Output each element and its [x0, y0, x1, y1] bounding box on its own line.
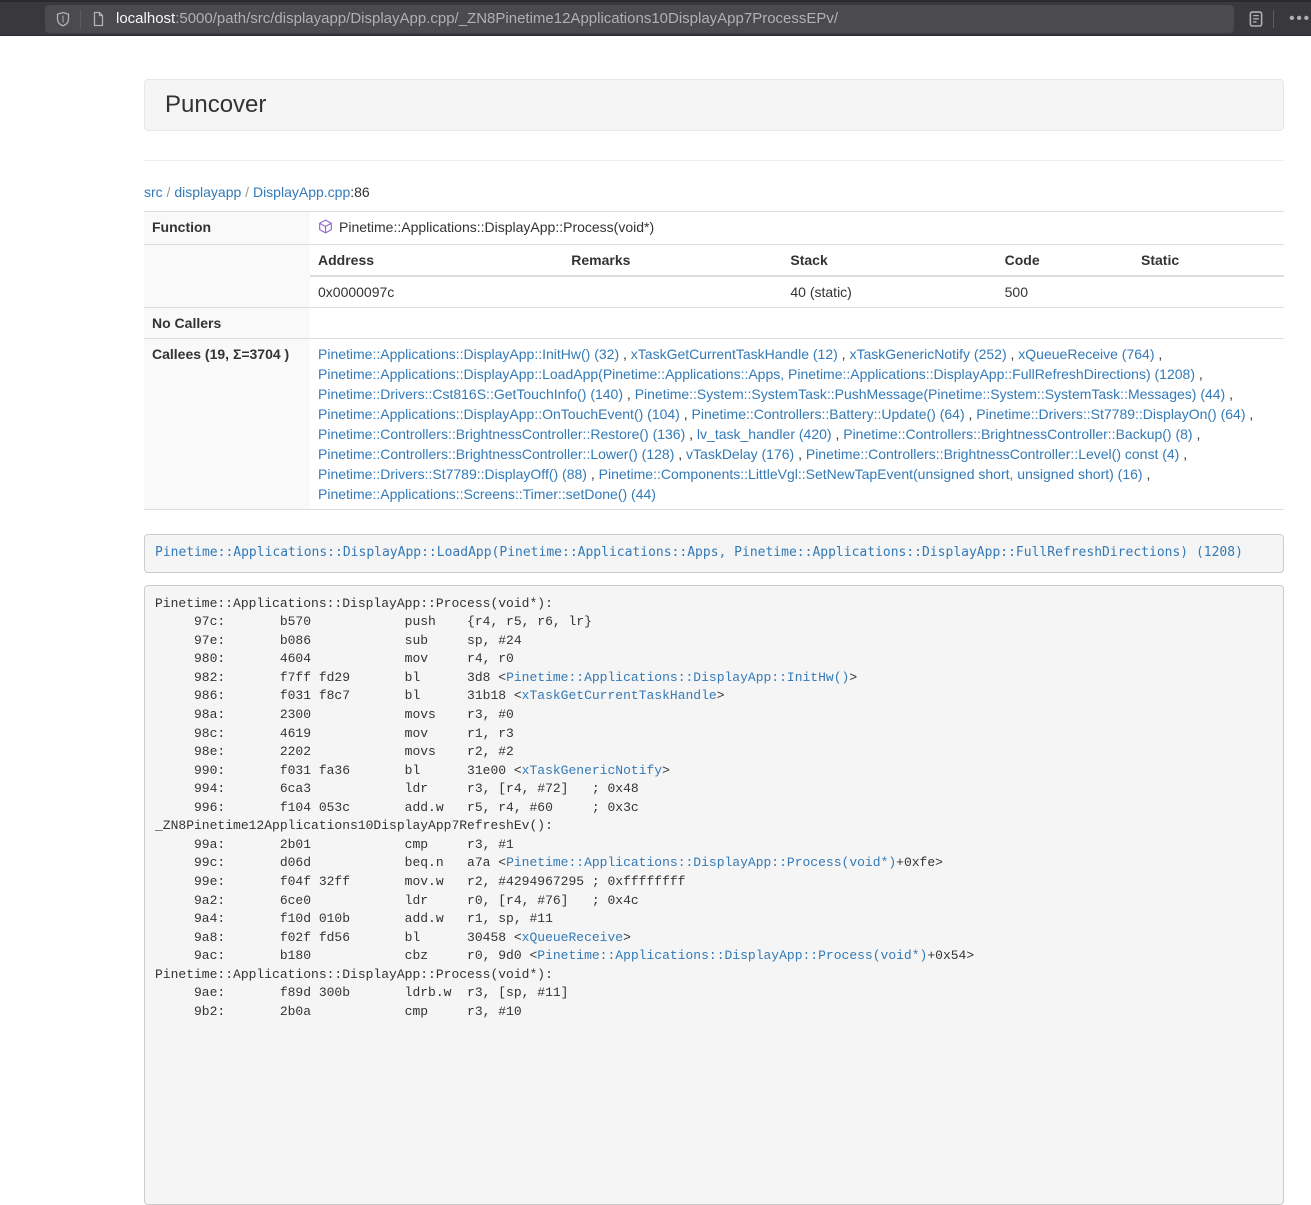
table-row-details: Address Remarks Stack Code Static 0x0000…: [144, 245, 1284, 308]
callee-link[interactable]: xQueueReceive (764): [1018, 346, 1154, 362]
callee-link[interactable]: Pinetime::Components::LittleVgl::SetNewT…: [599, 466, 1143, 482]
cube-icon: [318, 219, 333, 239]
empty-row-label: [144, 245, 310, 308]
function-table: Function Pinetime::Applications::Display…: [144, 211, 1284, 510]
callee-link[interactable]: Pinetime::Applications::DisplayApp::Load…: [318, 366, 1195, 382]
address-bar[interactable]: localhost:5000/path/src/displayapp/Displ…: [45, 5, 1234, 33]
disasm-symbol-link[interactable]: Pinetime::Applications::DisplayApp::Init…: [506, 670, 849, 685]
line-number: :86: [350, 184, 369, 200]
callees-label: Callees (19, Σ=3704 ): [144, 339, 310, 510]
divider: [1273, 10, 1274, 28]
column-header-code: Code: [997, 245, 1133, 276]
callee-link[interactable]: Pinetime::Drivers::St7789::DisplayOff() …: [318, 466, 587, 482]
function-row-label: Function: [144, 212, 310, 245]
table-row-no-callers: No Callers: [144, 308, 1284, 339]
disasm-symbol-link[interactable]: Pinetime::Applications::DisplayApp::Proc…: [506, 855, 896, 870]
address-value: 0x0000097c: [310, 276, 563, 307]
callee-link[interactable]: Pinetime::Controllers::BrightnessControl…: [318, 426, 685, 442]
disasm-symbol-link[interactable]: xTaskGetCurrentTaskHandle: [522, 688, 717, 703]
table-row-callees: Callees (19, Σ=3704 ) Pinetime::Applicat…: [144, 339, 1284, 510]
app-header: Puncover: [144, 79, 1284, 131]
divider: [144, 160, 1284, 161]
snippet-block: Pinetime::Applications::DisplayApp::Load…: [144, 534, 1284, 573]
table-row-function: Function Pinetime::Applications::Display…: [144, 212, 1284, 245]
page-icon[interactable]: [88, 9, 108, 29]
divider: [80, 10, 81, 28]
static-value: [1133, 276, 1284, 307]
callee-link[interactable]: xTaskGetCurrentTaskHandle (12): [631, 346, 838, 362]
url-path: :5000/path/src/displayapp/DisplayApp.cpp…: [175, 10, 838, 27]
breadcrumb-link-displayapp[interactable]: displayapp: [174, 184, 241, 200]
reader-mode-icon[interactable]: [1246, 9, 1266, 29]
browser-bar: localhost:5000/path/src/displayapp/Displ…: [0, 0, 1311, 36]
column-header-static: Static: [1133, 245, 1284, 276]
more-icon[interactable]: •••: [1289, 10, 1311, 27]
breadcrumb-link-DisplayApp.cpp[interactable]: DisplayApp.cpp: [253, 184, 350, 200]
shield-icon[interactable]: [53, 9, 73, 29]
url-text: localhost:5000/path/src/displayapp/Displ…: [116, 10, 838, 27]
callee-link[interactable]: Pinetime::Controllers::BrightnessControl…: [843, 426, 1192, 442]
callee-link[interactable]: Pinetime::Controllers::Battery::Update()…: [692, 406, 965, 422]
callee-link[interactable]: Pinetime::Applications::DisplayApp::Init…: [318, 346, 619, 362]
callee-link[interactable]: lv_task_handler (420): [697, 426, 832, 442]
callee-link[interactable]: Pinetime::Applications::DisplayApp::OnTo…: [318, 406, 680, 422]
callee-link[interactable]: Pinetime::Drivers::St7789::DisplayOn() (…: [976, 406, 1245, 422]
details-table: Address Remarks Stack Code Static 0x0000…: [310, 245, 1284, 307]
code-value: 500: [997, 276, 1133, 307]
breadcrumb-separator: /: [163, 184, 175, 200]
function-name-cell: Pinetime::Applications::DisplayApp::Proc…: [310, 212, 1284, 245]
column-header-stack: Stack: [782, 245, 996, 276]
function-name: Pinetime::Applications::DisplayApp::Proc…: [339, 219, 654, 235]
page-content: Puncover src / displayapp / DisplayApp.c…: [0, 36, 1311, 1205]
callee-link[interactable]: Pinetime::Applications::Screens::Timer::…: [318, 486, 656, 502]
breadcrumb: src / displayapp / DisplayApp.cpp:86: [144, 182, 1284, 202]
disasm-symbol-link[interactable]: Pinetime::Applications::DisplayApp::Proc…: [537, 948, 927, 963]
details-data-row: 0x0000097c 40 (static) 500: [310, 276, 1284, 307]
callees-list: Pinetime::Applications::DisplayApp::Init…: [310, 339, 1284, 510]
disasm-symbol-link[interactable]: xQueueReceive: [522, 930, 623, 945]
disasm-symbol-link[interactable]: xTaskGenericNotify: [522, 763, 662, 778]
no-callers-cell: [310, 308, 1284, 339]
details-cell: Address Remarks Stack Code Static 0x0000…: [310, 245, 1284, 308]
no-callers-label: No Callers: [144, 308, 310, 339]
callee-link[interactable]: Pinetime::Controllers::BrightnessControl…: [318, 446, 674, 462]
callee-link[interactable]: Pinetime::System::SystemTask::PushMessag…: [635, 386, 1226, 402]
page-title: Puncover: [165, 92, 1263, 118]
disassembly-code: Pinetime::Applications::DisplayApp::Proc…: [155, 596, 974, 1019]
toolbar-actions: •••: [1246, 9, 1311, 29]
breadcrumb-link-src[interactable]: src: [144, 184, 163, 200]
callee-link[interactable]: Pinetime::Controllers::BrightnessControl…: [806, 446, 1179, 462]
callee-link[interactable]: xTaskGenericNotify (252): [849, 346, 1006, 362]
snippet-link[interactable]: Pinetime::Applications::DisplayApp::Load…: [155, 545, 1243, 560]
column-header-address: Address: [310, 245, 563, 276]
remarks-value: [563, 276, 782, 307]
breadcrumb-separator: /: [241, 184, 253, 200]
disassembly-block: Pinetime::Applications::DisplayApp::Proc…: [144, 585, 1284, 1205]
details-header-row: Address Remarks Stack Code Static: [310, 245, 1284, 276]
stack-value: 40 (static): [782, 276, 996, 307]
callee-link[interactable]: Pinetime::Drivers::Cst816S::GetTouchInfo…: [318, 386, 623, 402]
url-host: localhost: [116, 10, 175, 27]
column-header-remarks: Remarks: [563, 245, 782, 276]
callee-link[interactable]: vTaskDelay (176): [686, 446, 794, 462]
